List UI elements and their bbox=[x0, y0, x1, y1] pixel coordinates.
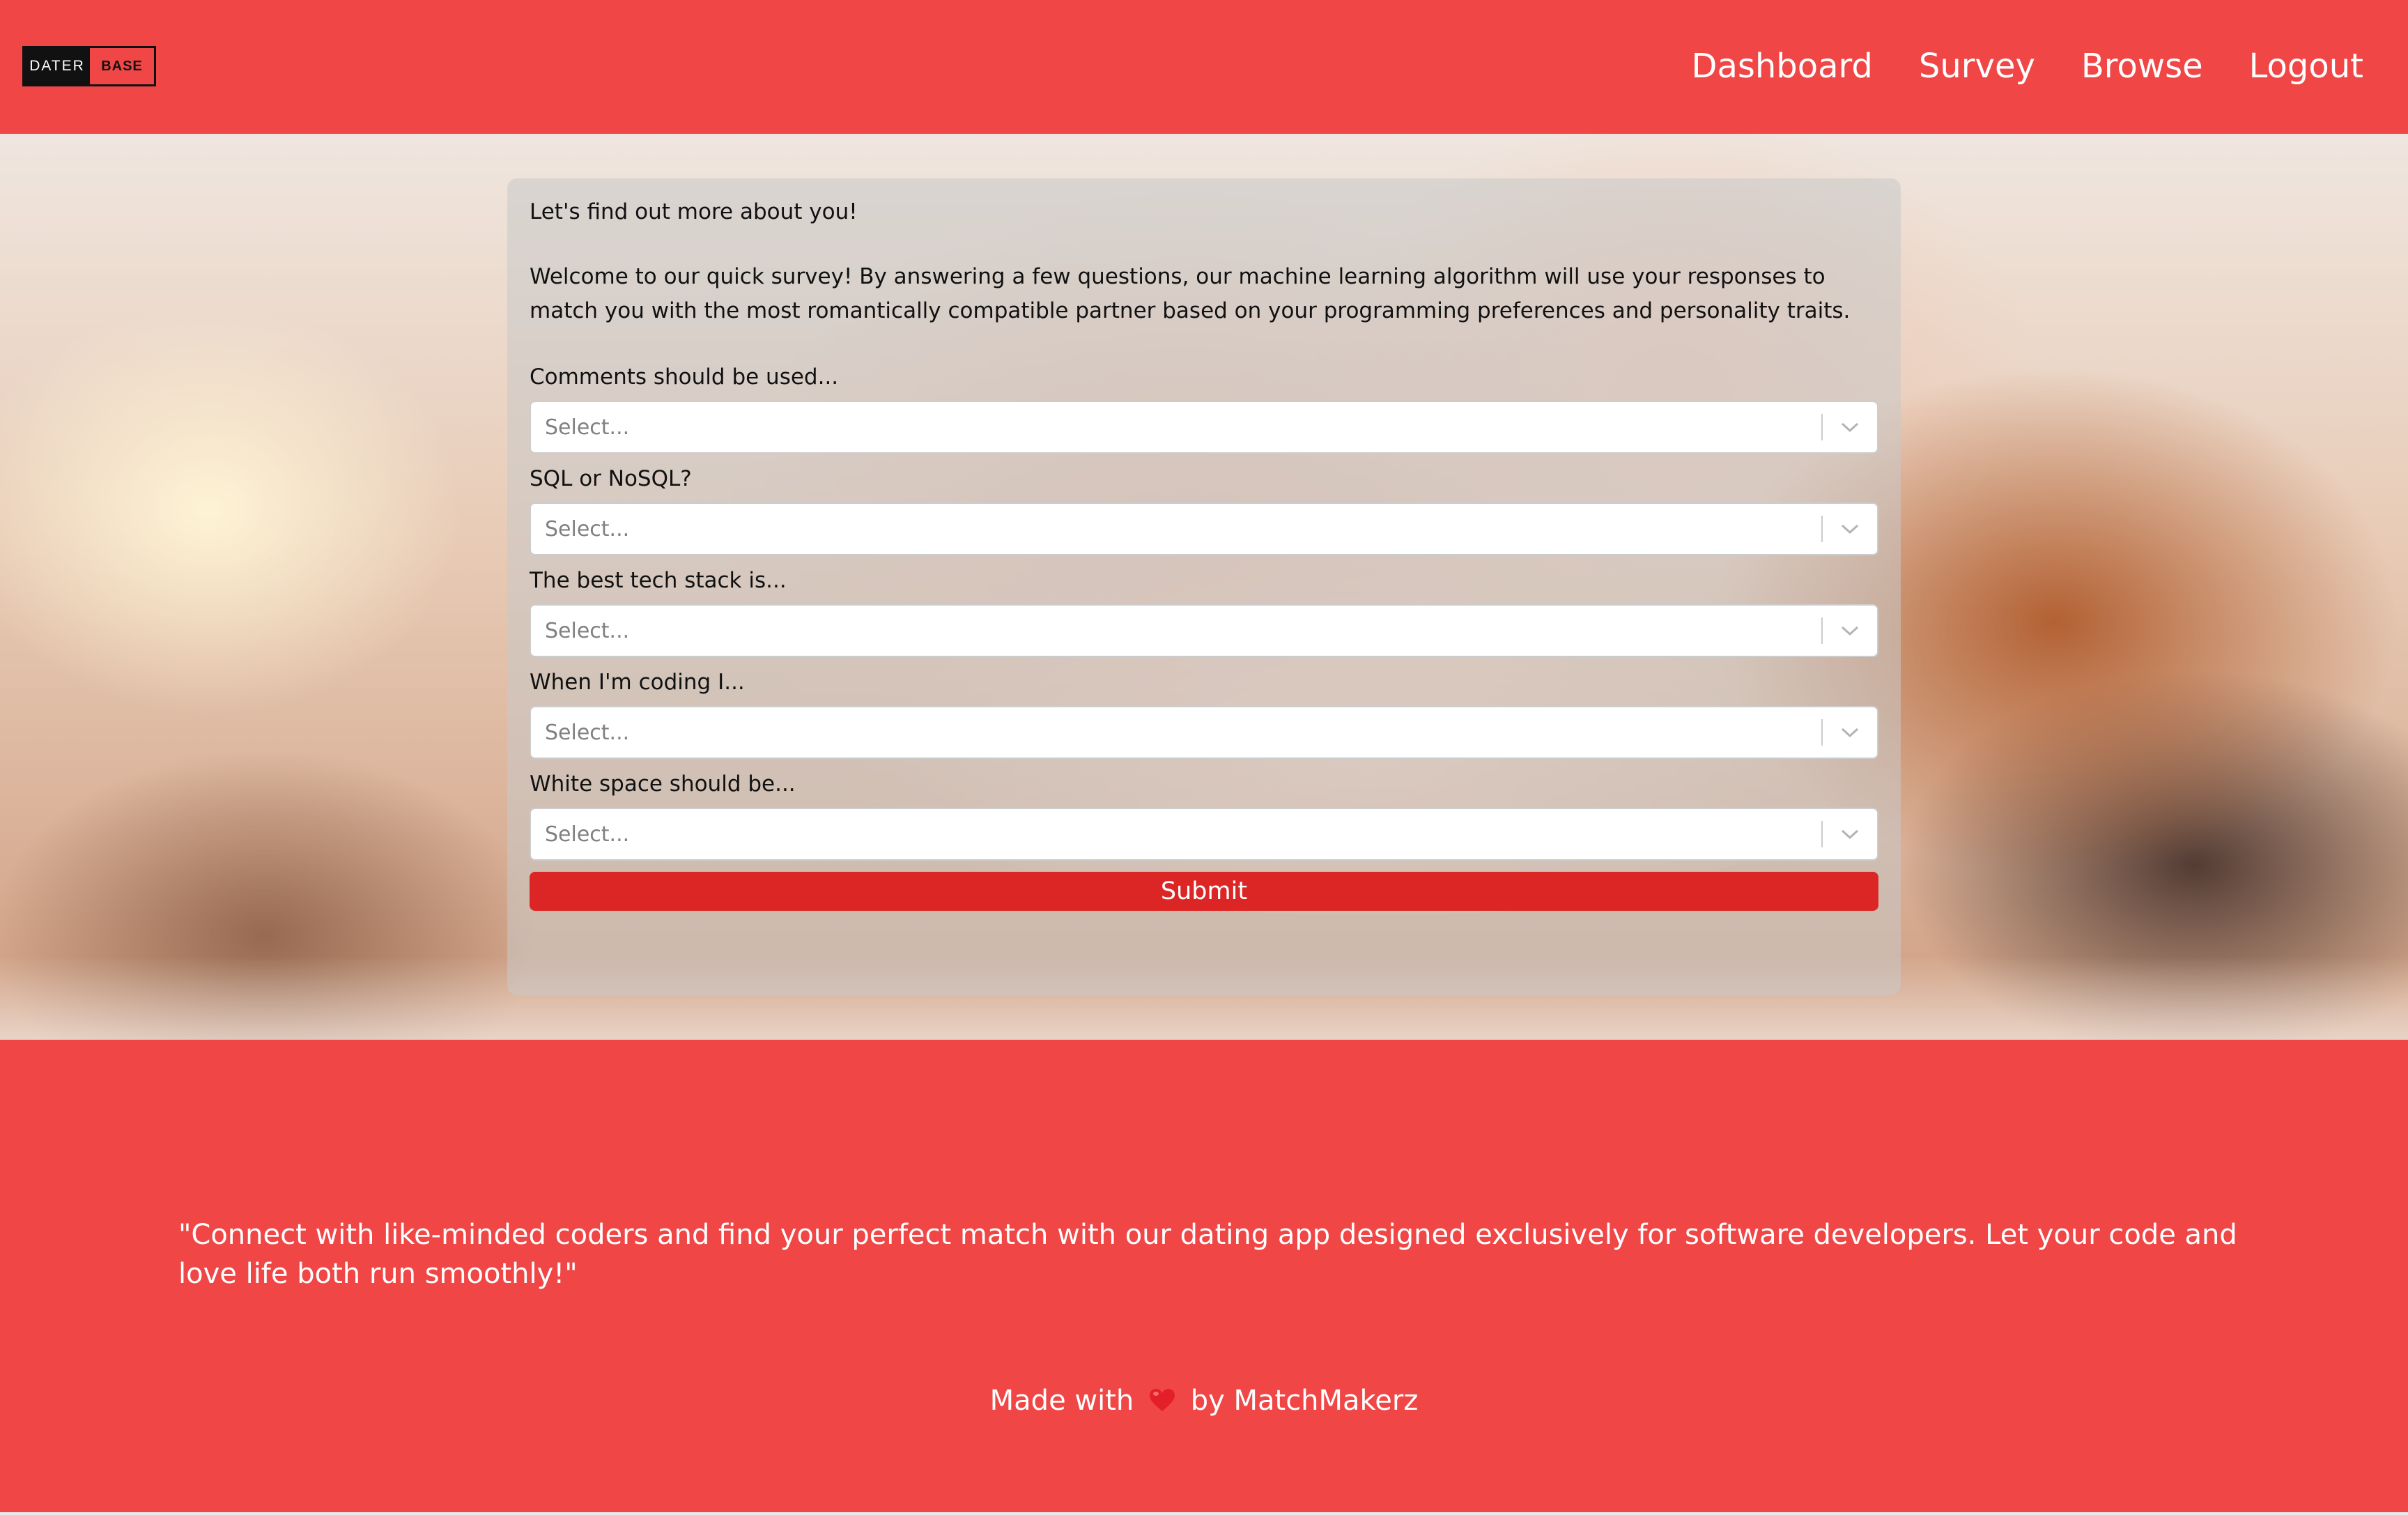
daterbase-logo[interactable]: DATER BASE bbox=[22, 46, 156, 86]
question-label: SQL or NoSQL? bbox=[530, 466, 692, 491]
heart-icon bbox=[1148, 1384, 1176, 1423]
footer-tagline: "Connect with like-minded coders and fin… bbox=[178, 1219, 2237, 1290]
question-label: White space should be... bbox=[530, 771, 796, 797]
top-navbar: DATER BASE Dashboard Survey Browse Logou… bbox=[0, 0, 2408, 134]
chevron-down-icon[interactable] bbox=[1835, 413, 1865, 442]
nav-survey-link[interactable]: Survey bbox=[1919, 42, 2035, 91]
select-separator bbox=[1821, 617, 1823, 644]
select-separator bbox=[1821, 821, 1823, 847]
question-label: Comments should be used... bbox=[530, 364, 839, 390]
chevron-down-icon[interactable] bbox=[1835, 514, 1865, 544]
chevron-down-icon[interactable] bbox=[1835, 718, 1865, 747]
nav-logout-link[interactable]: Logout bbox=[2249, 42, 2363, 91]
question-white-space: White space should be... Select... bbox=[530, 769, 1878, 861]
survey-intro-text: Welcome to our quick survey! By answerin… bbox=[530, 264, 1851, 323]
select-separator bbox=[1821, 719, 1823, 746]
white-space-select[interactable]: Select... bbox=[530, 808, 1878, 861]
select-placeholder: Select... bbox=[545, 618, 630, 643]
comments-select[interactable]: Select... bbox=[530, 401, 1878, 454]
nav-dashboard-link[interactable]: Dashboard bbox=[1691, 42, 1872, 91]
sql-nosql-select[interactable]: Select... bbox=[530, 502, 1878, 555]
survey-heading: Let's find out more about you! bbox=[530, 199, 858, 224]
footer-divider bbox=[0, 1512, 2408, 1515]
question-label: When I'm coding I... bbox=[530, 670, 745, 695]
select-separator bbox=[1821, 516, 1823, 542]
logo-text-dater: DATER bbox=[24, 48, 90, 84]
question-sql-nosql: SQL or NoSQL? Select... bbox=[530, 463, 1878, 555]
made-with-suffix: by MatchMakerz bbox=[1190, 1385, 1419, 1417]
select-placeholder: Select... bbox=[545, 516, 630, 541]
made-with-credit: Made with by MatchMakerz bbox=[0, 1381, 2408, 1423]
chevron-down-icon[interactable] bbox=[1835, 820, 1865, 849]
submit-button[interactable]: Submit bbox=[530, 872, 1878, 911]
chevron-down-icon[interactable] bbox=[1835, 616, 1865, 645]
main-nav: Dashboard Survey Browse Logout bbox=[1691, 42, 2363, 91]
footer: "Connect with like-minded coders and fin… bbox=[0, 1040, 2408, 1515]
coding-habits-select[interactable]: Select... bbox=[530, 706, 1878, 759]
nav-browse-link[interactable]: Browse bbox=[2081, 42, 2203, 91]
question-tech-stack: The best tech stack is... Select... bbox=[530, 565, 1878, 657]
select-placeholder: Select... bbox=[545, 720, 630, 745]
select-separator bbox=[1821, 414, 1823, 440]
select-placeholder: Select... bbox=[545, 415, 630, 440]
survey-form: Let's find out more about you! Welcome t… bbox=[507, 178, 1901, 995]
logo-text-base: BASE bbox=[101, 58, 143, 74]
select-placeholder: Select... bbox=[545, 822, 630, 847]
tech-stack-select[interactable]: Select... bbox=[530, 604, 1878, 657]
hero-background-photo: Let's find out more about you! Welcome t… bbox=[0, 134, 2408, 1040]
question-comments: Comments should be used... Select... bbox=[530, 362, 1878, 454]
made-with-prefix: Made with bbox=[989, 1385, 1134, 1417]
question-coding-habits: When I'm coding I... Select... bbox=[530, 667, 1878, 759]
question-label: The best tech stack is... bbox=[530, 568, 787, 593]
